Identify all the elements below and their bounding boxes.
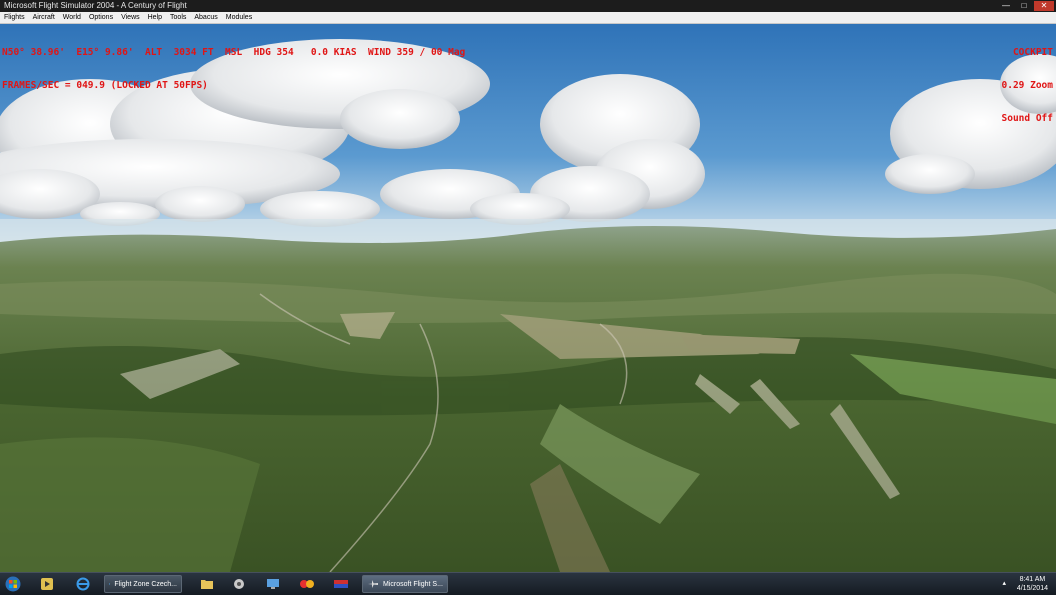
taskbar-button-label: Flight Zone Czech... (114, 581, 177, 588)
browser-icon[interactable] (74, 575, 92, 593)
hud-zoom: 0.29 Zoom (1002, 80, 1053, 91)
taskbar-button-flight-simulator[interactable]: Microsoft Flight S... (362, 575, 448, 593)
scenery-view (0, 24, 1056, 572)
simulator-viewport[interactable] (0, 24, 1056, 572)
hud-right: COCKPIT 0.29 Zoom Sound Off (1002, 25, 1053, 135)
clock-time: 8:41 AM (1017, 575, 1048, 584)
taskbar-button-flight-zone[interactable]: Flight Zone Czech... (104, 575, 182, 593)
menu-help[interactable]: Help (144, 12, 166, 23)
menu-aircraft[interactable]: Aircraft (29, 12, 59, 23)
windows-start-icon[interactable] (4, 575, 22, 593)
window-controls: — □ ✕ (998, 1, 1054, 11)
menu-views[interactable]: Views (117, 12, 144, 23)
menu-modules[interactable]: Modules (222, 12, 256, 23)
menu-options[interactable]: Options (85, 12, 117, 23)
hud-sound: Sound Off (1002, 113, 1053, 124)
hud-fps-line: FRAMES/SEC = 049.9 (LOCKED AT 50FPS) (2, 80, 465, 91)
window-titlebar: Microsoft Flight Simulator 2004 - A Cent… (0, 0, 1056, 12)
media-player-icon[interactable] (38, 575, 56, 593)
system-clock[interactable]: 8:41 AM 4/15/2014 (1017, 575, 1048, 593)
menu-world[interactable]: World (59, 12, 85, 23)
clock-date: 4/15/2014 (1017, 584, 1048, 593)
globe-icon (109, 578, 110, 590)
maximize-button[interactable]: □ (1016, 1, 1032, 11)
menu-bar: Flights Aircraft World Options Views Hel… (0, 12, 1056, 24)
monitor-icon[interactable] (264, 575, 282, 593)
tool-icon[interactable] (230, 575, 248, 593)
close-button[interactable]: ✕ (1034, 1, 1054, 11)
hud-left: N50° 38.96' E15° 9.86' ALT 3034 FT MSL H… (2, 25, 465, 102)
menu-abacus[interactable]: Abacus (190, 12, 221, 23)
hud-view-mode: COCKPIT (1002, 47, 1053, 58)
tray-expand-icon[interactable]: ▴ (1002, 579, 1006, 587)
folder-icon[interactable] (198, 575, 216, 593)
menu-flights[interactable]: Flights (0, 12, 29, 23)
minimize-button[interactable]: — (998, 1, 1014, 11)
hud-position-line: N50° 38.96' E15° 9.86' ALT 3034 FT MSL H… (2, 47, 465, 58)
airplane-icon (367, 578, 379, 590)
flag-icon[interactable] (332, 575, 350, 593)
menu-tools[interactable]: Tools (166, 12, 190, 23)
colorful-app-icon[interactable] (298, 575, 316, 593)
taskbar: Flight Zone Czech... Microsoft Flight S.… (0, 572, 1056, 595)
taskbar-button-label: Microsoft Flight S... (383, 581, 443, 588)
window-title: Microsoft Flight Simulator 2004 - A Cent… (4, 0, 187, 12)
